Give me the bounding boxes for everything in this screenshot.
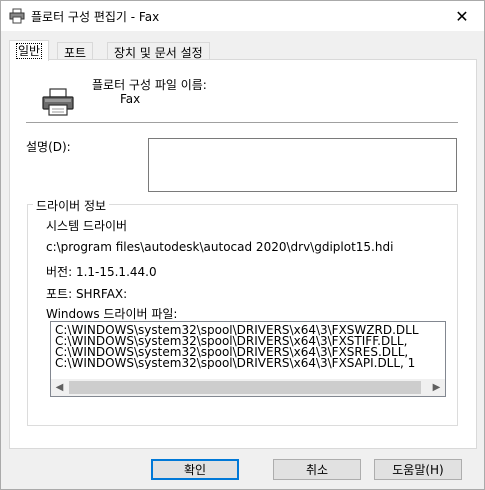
tab-general[interactable]: 일반 [9, 40, 50, 61]
cancel-button[interactable]: 취소 [273, 459, 361, 480]
plotter-config-dialog: 플로터 구성 편집기 - Fax ✕ 일반 포트 장치 및 문서 설정 플로터 … [0, 0, 485, 490]
driver-info-group: 드라이버 정보 시스템 드라이버 c:\program files\autode… [27, 197, 458, 426]
driver-files-items: C:\WINDOWS\system32\spool\DRIVERS\x64\3\… [55, 325, 445, 369]
tab-device-settings[interactable]: 장치 및 문서 설정 [107, 42, 210, 60]
tab-strip: 일반 포트 장치 및 문서 설정 [9, 40, 479, 61]
list-item: C:\WINDOWS\system32\spool\DRIVERS\x64\3\… [55, 356, 416, 369]
horizontal-scrollbar[interactable]: ◀ ▶ [51, 379, 445, 396]
driver-version: 버전: 1.1-15.1.44.0 [46, 265, 157, 279]
driver-info-title: 드라이버 정보 [33, 197, 110, 214]
ok-button[interactable]: 확인 [151, 459, 239, 480]
tab-port[interactable]: 포트 [57, 42, 94, 60]
scroll-right-icon[interactable]: ▶ [428, 379, 445, 396]
window-title: 플로터 구성 편집기 - Fax [31, 10, 160, 24]
system-driver-label: 시스템 드라이버 [46, 219, 128, 233]
file-name-value: Fax [120, 92, 141, 106]
close-icon: ✕ [455, 6, 469, 26]
tab-general-label: 일반 [16, 43, 43, 59]
scroll-left-icon[interactable]: ◀ [51, 379, 68, 396]
scrollbar-thumb[interactable] [69, 381, 421, 394]
separator [26, 122, 458, 123]
driver-files-list[interactable]: C:\WINDOWS\system32\spool\DRIVERS\x64\3\… [50, 321, 446, 397]
tab-port-label: 포트 [64, 46, 87, 60]
description-input[interactable] [148, 138, 457, 192]
description-label: 설명(D): [26, 140, 71, 154]
help-button[interactable]: 도움말(H) [374, 459, 462, 480]
driver-path: c:\program files\autodesk\autocad 2020\d… [46, 240, 394, 254]
close-button[interactable]: ✕ [440, 1, 484, 31]
general-tab-panel: 플로터 구성 파일 이름: Fax 설명(D): 드라이버 정보 시스템 드라이… [9, 59, 477, 449]
large-printer-icon [42, 88, 74, 116]
tab-device-settings-label: 장치 및 문서 설정 [114, 46, 203, 60]
file-name-label: 플로터 구성 파일 이름: [92, 78, 207, 92]
driver-port: 포트: SHRFAX: [46, 287, 128, 301]
windows-driver-label: Windows 드라이버 파일: [46, 307, 178, 321]
title-bar: 플로터 구성 편집기 - Fax ✕ [1, 1, 484, 31]
printer-icon [9, 8, 25, 24]
